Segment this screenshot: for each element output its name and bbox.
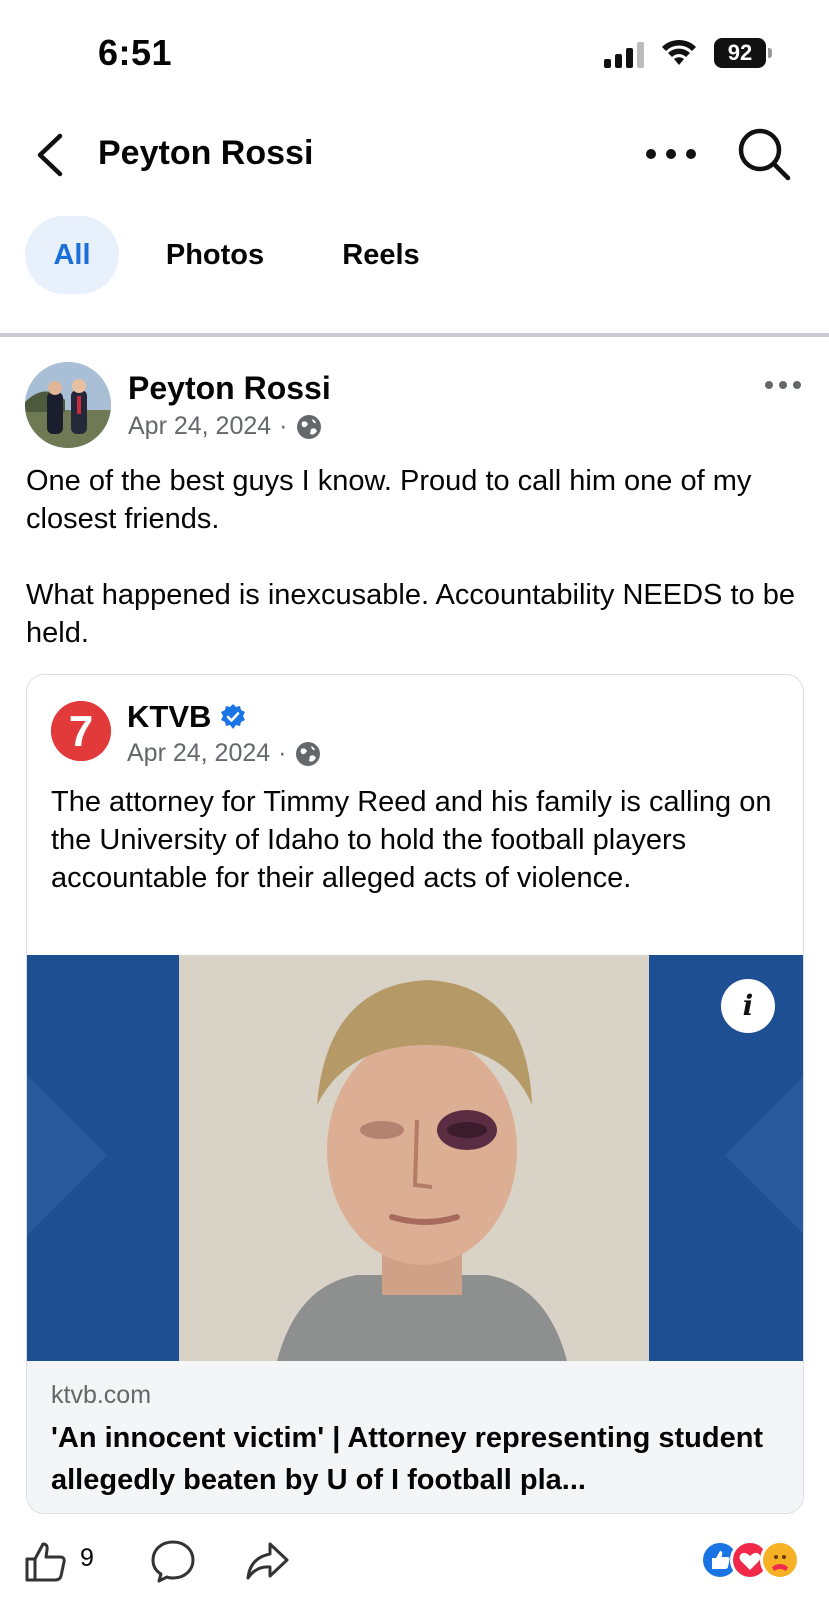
link-title[interactable]: 'An innocent victim' | Attorney represen…: [51, 1417, 791, 1501]
thumbs-up-icon[interactable]: [24, 1540, 68, 1584]
meta-separator: ·: [278, 739, 287, 767]
link-preview[interactable]: ktvb.com 'An innocent victim' | Attorney…: [27, 1361, 803, 1513]
tab-reels[interactable]: Reels: [326, 216, 436, 294]
tab-all[interactable]: All: [25, 216, 119, 294]
post-text: One of the best guys I know. Proud to ca…: [26, 465, 795, 649]
globe-icon: [296, 414, 321, 439]
avatar-image: [25, 362, 111, 448]
avatar[interactable]: [25, 362, 111, 448]
post-actions: 9: [0, 1526, 829, 1596]
svg-text:7: 7: [69, 707, 93, 756]
post-meta: Apr 24, 2024 ·: [128, 412, 322, 441]
ktvb-logo[interactable]: 7: [51, 701, 111, 761]
like-count[interactable]: 9: [80, 1544, 94, 1573]
globe-icon: [295, 741, 320, 766]
wifi-icon: [662, 39, 696, 65]
link-domain: ktvb.com: [51, 1381, 152, 1409]
chevron-left-icon[interactable]: [30, 130, 70, 180]
card-author-row: KTVB: [127, 699, 247, 735]
shared-date[interactable]: Apr 24, 2024: [127, 739, 270, 768]
battery-level: 92: [714, 38, 766, 68]
tab-photos[interactable]: Photos: [150, 216, 280, 294]
page-title: Peyton Rossi: [98, 134, 314, 172]
shared-post-card[interactable]: 7 KTVB Apr 24, 2024 · The attorney for T…: [26, 674, 804, 1514]
shared-author-name[interactable]: KTVB: [127, 699, 211, 735]
battery-cap: [768, 48, 772, 58]
battery-icon: 92: [714, 38, 772, 68]
page-header: Peyton Rossi: [0, 110, 829, 200]
meta-separator: ·: [279, 412, 288, 440]
ellipsis-icon[interactable]: [645, 142, 697, 166]
search-icon[interactable]: [736, 126, 792, 182]
post-date[interactable]: Apr 24, 2024: [128, 412, 271, 441]
filter-tabs: All Photos Reels: [0, 216, 829, 296]
article-image[interactable]: i: [27, 955, 803, 1361]
verified-badge-icon: [221, 704, 246, 729]
shared-post-text: The attorney for Timmy Reed and his fami…: [51, 786, 772, 894]
cellular-signal-icon: [604, 42, 644, 68]
shared-meta: Apr 24, 2024 ·: [127, 739, 321, 768]
post-options-icon[interactable]: [764, 378, 802, 392]
status-bar: 6:51 92: [0, 0, 829, 100]
section-divider: [0, 333, 829, 337]
post-author-name[interactable]: Peyton Rossi: [128, 370, 331, 407]
status-time: 6:51: [98, 32, 173, 73]
reactions-summary[interactable]: [700, 1540, 810, 1580]
comment-bubble-icon[interactable]: [150, 1538, 196, 1584]
share-arrow-icon[interactable]: [244, 1538, 290, 1584]
care-reaction-icon: [760, 1540, 800, 1580]
ktvb-logo-icon: 7: [51, 701, 111, 761]
article-photo: [27, 955, 803, 1361]
info-button[interactable]: i: [721, 979, 775, 1033]
